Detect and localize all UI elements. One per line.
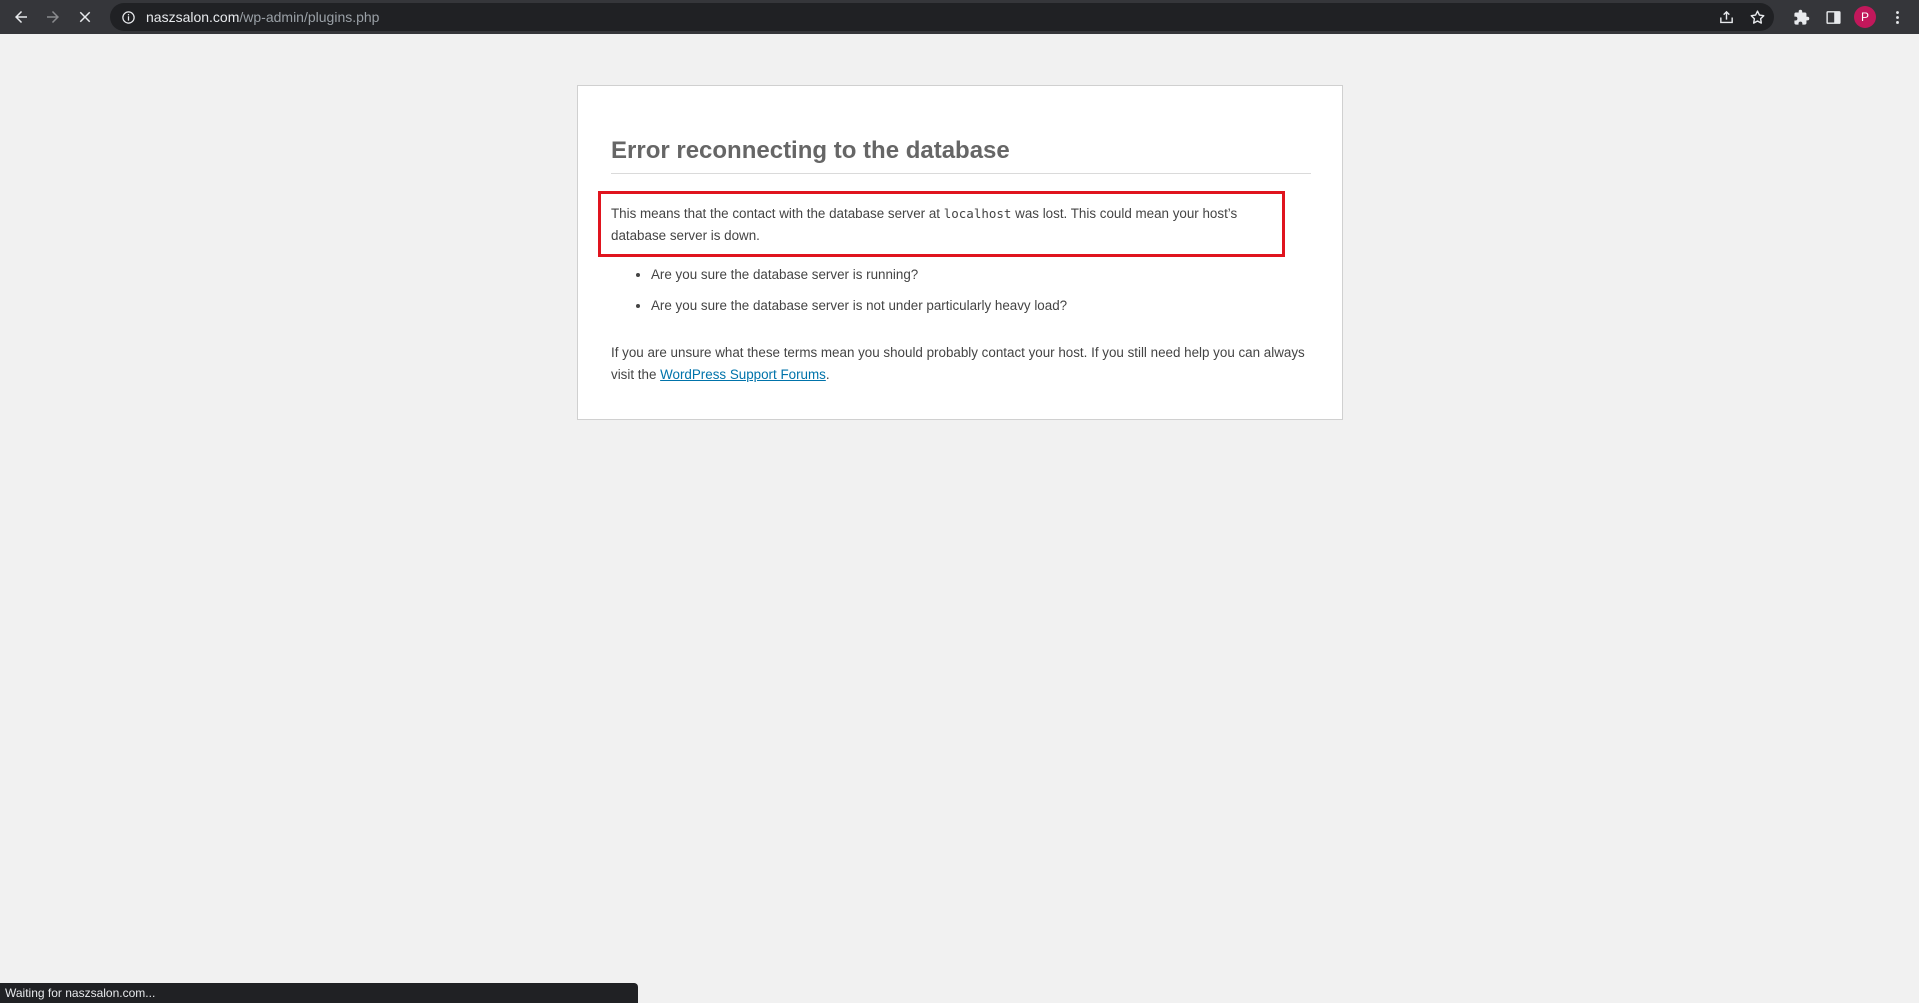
close-icon — [79, 11, 91, 23]
arrow-left-icon — [15, 11, 27, 23]
help-text-end: . — [825, 366, 830, 382]
arrow-right-icon — [47, 11, 59, 23]
address-bar[interactable]: naszsalon.com/wp-admin/plugins.php — [110, 3, 1774, 31]
profile-button[interactable]: P — [1849, 1, 1881, 33]
host-code: localhost — [943, 206, 1012, 221]
list-item: Are you sure the database server is runn… — [651, 264, 1067, 285]
status-bar: Waiting for naszsalon.com... — [0, 983, 638, 1003]
url-path: /wp-admin/plugins.php — [239, 9, 380, 25]
omnibox-actions — [1718, 3, 1766, 31]
puzzle-icon — [1793, 9, 1809, 25]
url-host: naszsalon.com — [146, 9, 240, 25]
kebab-menu-icon — [1895, 10, 1899, 24]
stop-loading-button[interactable] — [69, 1, 101, 33]
side-panel-button[interactable] — [1817, 1, 1849, 33]
star-icon[interactable] — [1749, 9, 1766, 26]
back-button[interactable] — [5, 1, 37, 33]
toolbar-right-icons: P — [1785, 0, 1919, 34]
checklist: Are you sure the database server is runn… — [611, 264, 1067, 326]
browser-toolbar: naszsalon.com/wp-admin/plugins.php P — [0, 0, 1919, 34]
error-description-start: This means that the contact with the dat… — [611, 206, 944, 221]
help-text: If you are unsure what these terms mean … — [611, 342, 1311, 385]
url-text[interactable]: naszsalon.com/wp-admin/plugins.php — [146, 9, 379, 25]
error-page: Error reconnecting to the database This … — [577, 85, 1343, 420]
share-icon[interactable] — [1718, 9, 1735, 26]
info-icon[interactable] — [120, 9, 136, 25]
forward-button[interactable] — [37, 1, 69, 33]
extensions-button[interactable] — [1785, 1, 1817, 33]
list-item: Are you sure the database server is not … — [651, 295, 1067, 316]
page-title: Error reconnecting to the database — [611, 137, 1311, 174]
support-forums-link[interactable]: WordPress Support Forums — [660, 367, 826, 382]
menu-button[interactable] — [1881, 1, 1913, 33]
error-description: This means that the contact with the dat… — [611, 203, 1271, 246]
side-panel-icon — [1825, 10, 1841, 24]
avatar: P — [1854, 6, 1876, 28]
